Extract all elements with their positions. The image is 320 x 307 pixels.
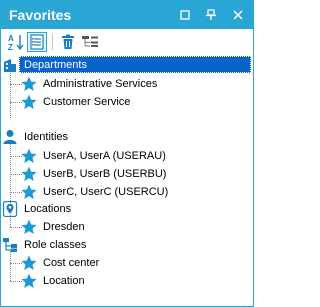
favorites-tree: Departments Administrative Services Cust… (1, 55, 253, 306)
star-icon (21, 76, 37, 92)
tree-item[interactable]: Administrative Services (21, 75, 157, 93)
sort-az-icon: A Z (8, 34, 24, 51)
star-icon (21, 273, 37, 289)
collapse-button[interactable] (80, 32, 100, 52)
star-icon (21, 255, 37, 271)
tree-item[interactable]: Cost center (21, 254, 99, 272)
tree-group-label: Identities (24, 131, 69, 143)
close-icon (233, 10, 243, 20)
tree-group-locations[interactable]: Locations (2, 200, 71, 218)
tree-item-label: UserB, UserB (USERBU) (43, 168, 167, 180)
star-icon (21, 166, 37, 182)
tree-item[interactable]: Customer Service (21, 93, 130, 111)
svg-text:A: A (8, 34, 14, 43)
tree-item-label: UserA, UserA (USERAU) (43, 150, 166, 162)
toolbar-separator (52, 34, 53, 50)
building-icon (2, 57, 18, 73)
star-icon (21, 148, 37, 164)
tree-item[interactable]: UserA, UserA (USERAU) (21, 147, 166, 165)
panel-title: Favorites (9, 7, 72, 23)
tree-group-label: Departments (24, 59, 87, 71)
tree-group-label: Role classes (24, 239, 87, 251)
tree-item[interactable]: Location (21, 272, 85, 290)
tree-group-role-classes[interactable]: Role classes (2, 236, 86, 254)
star-icon (21, 94, 37, 110)
restore-button[interactable] (177, 7, 193, 23)
list-view-icon (30, 34, 44, 50)
title-bar: Favorites (1, 1, 253, 29)
tree-item[interactable]: UserC, UserC (USERCU) (21, 183, 168, 201)
pin-icon (206, 9, 216, 20)
tree-item-label: UserC, UserC (USERCU) (43, 186, 169, 198)
tree-item-label: Dresden (43, 221, 85, 233)
star-icon (21, 184, 37, 200)
tree-item-label: Administrative Services (43, 78, 158, 90)
tree-item[interactable]: Dresden (21, 218, 85, 236)
delete-button[interactable] (58, 32, 78, 52)
svg-text:Z: Z (8, 43, 13, 51)
trash-icon (62, 34, 74, 49)
tree-group-departments[interactable]: Departments (2, 56, 251, 74)
tree-connector (10, 251, 11, 281)
tree-group-identities[interactable]: Identities (2, 128, 68, 146)
toolbar: A Z (1, 29, 253, 55)
person-icon (2, 129, 18, 145)
tree-item-label: Location (43, 275, 85, 287)
tree-item-label: Customer Service (43, 96, 131, 108)
tree-connector (10, 71, 11, 118)
square-icon (180, 10, 190, 20)
collapse-tree-icon (82, 36, 98, 47)
favorites-panel: Favorites A Z Departments Administrative… (0, 0, 254, 307)
pin-button[interactable] (203, 7, 219, 23)
tree-item[interactable]: UserB, UserB (USERBU) (21, 165, 166, 183)
tree-group-label: Locations (24, 203, 72, 215)
list-view-button[interactable] (27, 32, 47, 52)
close-button[interactable] (230, 7, 246, 23)
tree-item-label: Cost center (43, 257, 100, 269)
star-icon (21, 219, 37, 235)
role-classes-icon (2, 237, 18, 253)
location-pin-icon (2, 201, 18, 217)
sort-az-button[interactable]: A Z (6, 32, 26, 52)
